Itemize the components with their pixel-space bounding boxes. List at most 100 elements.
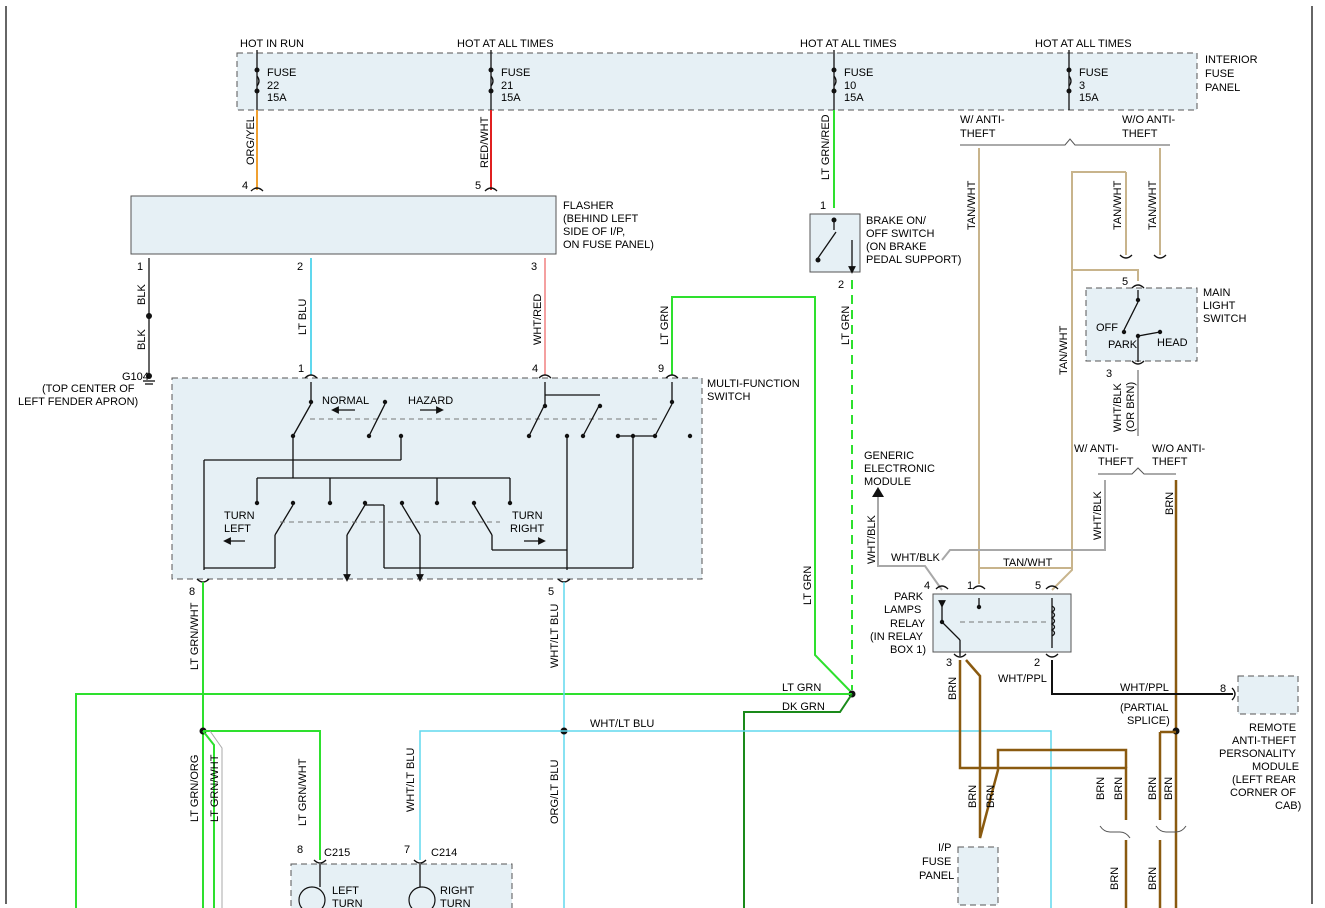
- svg-text:RIGHT: RIGHT: [440, 885, 475, 897]
- svg-text:I/P: I/P: [938, 842, 951, 854]
- wire-label-wht-ppl-2: WHT/PPL: [1120, 682, 1169, 694]
- wire-label-dk-grn: DK GRN: [782, 701, 825, 713]
- svg-text:BRAKE ON/: BRAKE ON/: [866, 215, 927, 227]
- svg-text:RELAY: RELAY: [890, 618, 926, 630]
- svg-text:3: 3: [531, 261, 537, 273]
- wire-label-lt-grn-2: LT GRN: [802, 566, 814, 605]
- svg-text:ANTI-THEFT: ANTI-THEFT: [1232, 735, 1296, 747]
- fuse-panel-label-2: FUSE: [1205, 68, 1234, 80]
- svg-text:TURN: TURN: [332, 898, 363, 908]
- wire-label-org-yel: ORG/YEL: [245, 116, 257, 165]
- svg-text:9: 9: [658, 363, 664, 375]
- svg-text:SWITCH: SWITCH: [1203, 313, 1246, 325]
- wire-label-lt-grn-wht-2: LT GRN/WHT: [209, 754, 221, 822]
- svg-text:8: 8: [1220, 683, 1226, 695]
- option-w-anti-4: THEFT: [1098, 456, 1134, 468]
- wire-label-brn-1: BRN: [1164, 492, 1176, 515]
- splice-dot: [146, 313, 152, 319]
- wire-label-wht-red: WHT/RED: [532, 294, 544, 345]
- option-wo-anti-3: W/O ANTI-: [1152, 443, 1206, 455]
- partial-splice: (PARTIAL SPLICE): [1120, 702, 1180, 735]
- svg-text:(IN RELAY: (IN RELAY: [870, 631, 924, 643]
- svg-text:FUSE: FUSE: [922, 856, 951, 868]
- svg-text:22: 22: [267, 80, 279, 92]
- multi-function-switch: MULTI-FUNCTION SWITCH 1 4 9 NORMAL HAZAR…: [171, 363, 800, 598]
- flasher-label-3: SIDE OF I/P,: [563, 226, 625, 238]
- svg-text:PARK: PARK: [894, 591, 924, 603]
- svg-text:PARK: PARK: [1108, 339, 1138, 351]
- wire-label-brn-8: BRN: [1163, 777, 1175, 800]
- wire-label-lt-grn-3: LT GRN: [840, 306, 852, 345]
- flasher-label-1: FLASHER: [563, 200, 614, 212]
- svg-text:MAIN: MAIN: [1203, 287, 1231, 299]
- wire-label-tan-wht-4: TAN/WHT: [1058, 325, 1070, 375]
- svg-text:3: 3: [1106, 368, 1112, 380]
- option-w-anti-1: W/ ANTI-: [960, 114, 1005, 126]
- feed-label: HOT AT ALL TIMES: [800, 38, 897, 50]
- wire-tan-wht-loop: [1071, 171, 1139, 281]
- wire-label-lt-blu: LT BLU: [297, 299, 309, 335]
- svg-text:LEFT: LEFT: [224, 523, 251, 535]
- option-w-anti-2: THEFT: [960, 128, 996, 140]
- ip-fuse-panel: I/P FUSE PANEL: [919, 842, 999, 906]
- svg-text:MODULE: MODULE: [864, 476, 911, 488]
- main-light-switch: 5 OFF PARK HEAD MAIN LIGHT SWITCH 3: [1085, 276, 1246, 380]
- svg-text:G104: G104: [122, 371, 149, 383]
- svg-text:PERSONALITY: PERSONALITY: [1219, 748, 1297, 760]
- wire-label-brn-10: BRN: [1147, 867, 1159, 890]
- svg-text:FUSE: FUSE: [267, 67, 296, 79]
- park-lamps-relay: 4 1 5 PARK LAMPS RELAY (IN RELAY BOX 1) …: [870, 580, 1072, 669]
- svg-text:PEDAL SUPPORT): PEDAL SUPPORT): [866, 254, 961, 266]
- svg-text:TURN: TURN: [224, 510, 255, 522]
- option-wo-anti-2: THEFT: [1122, 128, 1158, 140]
- wire-wht-lt-blu-c214: [419, 730, 564, 860]
- wire-dk-grn: [743, 693, 853, 908]
- svg-text:1: 1: [820, 200, 826, 212]
- fuse-panel-label-3: PANEL: [1205, 82, 1240, 94]
- option-wo-anti-4: THEFT: [1152, 456, 1188, 468]
- feed-label: HOT IN RUN: [240, 38, 304, 50]
- wire-label-brn-2: BRN: [947, 677, 959, 700]
- svg-text:MULTI-FUNCTION: MULTI-FUNCTION: [707, 378, 800, 390]
- wire-label-wht-blk-or-brn-2: (OR BRN): [1125, 382, 1137, 432]
- turn-lamps: 8 C215 7 C214 LEFT TURN RIGHT TURN: [290, 844, 513, 908]
- wire-label-lt-grn-red: LT GRN/RED: [820, 114, 832, 180]
- svg-text:NORMAL: NORMAL: [322, 395, 369, 407]
- feed-label: HOT AT ALL TIMES: [1035, 38, 1132, 50]
- svg-text:15A: 15A: [267, 92, 287, 104]
- wire-label-wht-blk-2: WHT/BLK: [1092, 490, 1104, 540]
- svg-text:1: 1: [967, 580, 973, 592]
- svg-text:(TOP CENTER OF: (TOP CENTER OF: [42, 383, 135, 395]
- svg-text:REMOTE: REMOTE: [1249, 722, 1296, 734]
- option-wo-anti-1: W/O ANTI-: [1122, 114, 1176, 126]
- svg-text:2: 2: [297, 261, 303, 273]
- wire-label-brn-6: BRN: [1113, 777, 1125, 800]
- svg-text:2: 2: [1034, 657, 1040, 669]
- svg-text:LIGHT: LIGHT: [1203, 300, 1236, 312]
- wire-label-brn-7: BRN: [1147, 777, 1159, 800]
- wire-label-red-wht: RED/WHT: [479, 116, 491, 168]
- option-bracket-2: [1098, 467, 1176, 475]
- wire-label-wht-ppl-1: WHT/PPL: [998, 673, 1047, 685]
- svg-text:SPLICE): SPLICE): [1127, 715, 1170, 727]
- wire-label-brn-9: BRN: [1109, 867, 1121, 890]
- svg-text:PANEL: PANEL: [919, 870, 954, 882]
- wire-label-wht-lt-blu-3: WHT/LT BLU: [405, 748, 417, 812]
- wire-label-lt-grn-wht: LT GRN/WHT: [189, 602, 201, 670]
- wire-label-brn-5: BRN: [1095, 777, 1107, 800]
- svg-text:8: 8: [297, 844, 303, 856]
- wire-label-wht-blk-3: WHT/BLK: [891, 552, 941, 564]
- option-bracket-4: [1155, 825, 1187, 833]
- flasher: 4 5 FLASHER (BEHIND LEFT SIDE OF I/P, ON…: [130, 180, 654, 273]
- wire-label-lt-grn-1: LT GRN: [659, 306, 671, 345]
- flasher-label-2: (BEHIND LEFT: [563, 213, 638, 225]
- svg-text:C215: C215: [324, 847, 350, 859]
- wire-label-brn-3: BRN: [967, 785, 979, 808]
- interior-fuse-panel: INTERIOR FUSE PANEL HOT IN RUN HOT AT AL…: [236, 38, 1258, 111]
- svg-text:8: 8: [189, 586, 195, 598]
- svg-text:FUSE: FUSE: [1079, 67, 1108, 79]
- svg-text:HAZARD: HAZARD: [408, 395, 453, 407]
- generic-electronic-module: GENERIC ELECTRONIC MODULE WHT/BLK: [864, 450, 943, 591]
- svg-text:2: 2: [838, 279, 844, 291]
- svg-text:4: 4: [924, 580, 930, 592]
